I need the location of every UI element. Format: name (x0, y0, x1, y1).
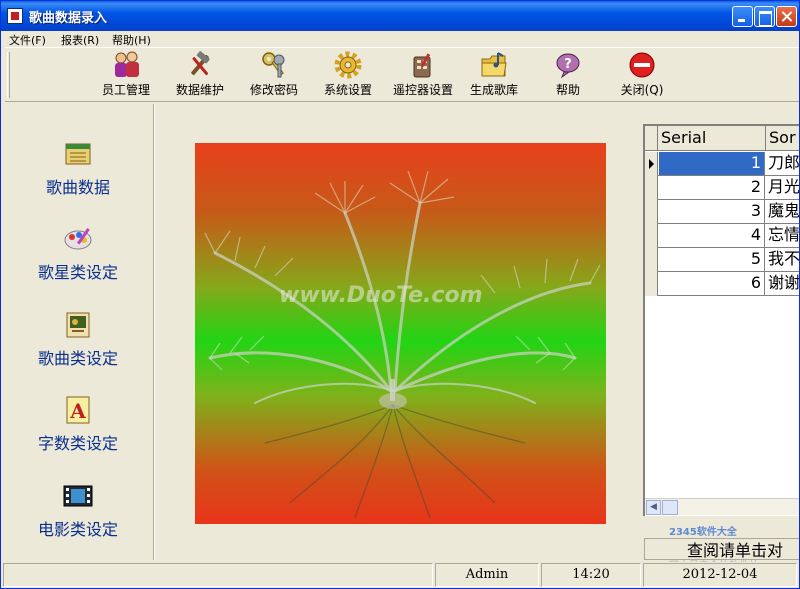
song-grid[interactable]: Serial Sor 1 刀郎 2 月光 3 魔鬼 4 忘情 5 我不 6 谢谢… (643, 124, 799, 516)
row-indicator (645, 224, 658, 248)
status-pane-time: 14:20 (541, 563, 641, 587)
cell-song[interactable]: 月光 (766, 176, 799, 199)
cell-serial[interactable]: 5 (659, 248, 765, 271)
window-title: 歌曲数据录入 (29, 11, 108, 26)
app-window: 歌曲数据录入 文件(F) 报表(R) 帮助(H) 员工管理 数据维护 修改密码 … (0, 0, 800, 589)
app-icon (7, 8, 23, 24)
help-button[interactable]: ? 帮助 (537, 51, 599, 101)
svg-text:A: A (69, 399, 86, 423)
column-header-serial[interactable]: Serial (661, 128, 706, 147)
staff-icon (115, 51, 139, 77)
cell-serial[interactable]: 3 (659, 200, 765, 223)
remote-settings-button[interactable]: 遥控器设置 (385, 51, 461, 101)
close-app-button[interactable]: 关闭(Q) (611, 51, 673, 101)
svg-text:?: ? (564, 57, 572, 72)
remote-icon (413, 53, 431, 78)
cell-serial[interactable]: 2 (659, 176, 765, 199)
minimize-button[interactable] (732, 6, 753, 27)
toolbar: 员工管理 数据维护 修改密码 系统设置 遥控器设置 生成歌库 ? 帮助 关闭(Q… (5, 47, 799, 102)
singer-category-icon (64, 228, 92, 250)
status-pane-date: 2012-12-04 (643, 563, 797, 587)
table-row[interactable]: 5 我不 (645, 248, 799, 272)
menu-report[interactable]: 报表(R) (61, 32, 99, 48)
grid-header: Serial Sor (645, 126, 799, 151)
toolbar-grip[interactable] (7, 52, 10, 98)
help-icon: ? (556, 53, 580, 79)
staff-management-button[interactable]: 员工管理 (95, 51, 157, 101)
sidebar-item-word-count-category[interactable]: A 字数类设定 (3, 394, 153, 468)
horizontal-scrollbar[interactable]: ◀ (645, 498, 799, 515)
movie-category-icon (63, 485, 93, 507)
song-category-icon (66, 312, 90, 338)
cell-serial[interactable]: 6 (659, 272, 765, 295)
title-bar[interactable]: 歌曲数据录入 (1, 1, 799, 31)
header-indicator-cell (645, 126, 658, 151)
generate-library-button[interactable]: 生成歌库 (463, 51, 525, 101)
tools-icon (191, 51, 210, 76)
table-row[interactable]: 1 刀郎 (645, 152, 799, 176)
cell-song[interactable]: 刀郎 (766, 152, 799, 175)
palm-tree-image (204, 170, 601, 519)
column-header-song[interactable]: Sor (769, 128, 796, 147)
brand-watermark: 2345软件大全 (669, 527, 737, 538)
close-window-button[interactable] (776, 6, 797, 27)
watermark-text: www.DuoTe.com (279, 283, 483, 308)
sidebar-item-song-category[interactable]: 歌曲类设定 (3, 309, 153, 383)
sidebar: 歌曲数据 歌星类设定 歌曲类设定 A 字数类设定 电影类设定 (3, 104, 153, 560)
menu-help[interactable]: 帮助(H) (112, 32, 151, 48)
column-divider[interactable] (765, 126, 766, 151)
change-password-button[interactable]: 修改密码 (243, 51, 305, 101)
row-indicator (645, 176, 658, 200)
table-row[interactable]: 4 忘情 (645, 224, 799, 248)
system-settings-button[interactable]: 系统设置 (317, 51, 379, 101)
close-icon (629, 52, 655, 78)
scroll-thumb[interactable] (662, 500, 678, 515)
splitter[interactable] (153, 104, 155, 560)
cell-song[interactable]: 魔鬼 (766, 200, 799, 223)
sidebar-item-movie-category[interactable]: 电影类设定 (3, 480, 153, 554)
status-pane-user: Admin (435, 563, 539, 587)
keys-icon (262, 52, 285, 78)
table-row[interactable]: 3 魔鬼 (645, 200, 799, 224)
row-indicator (645, 152, 658, 176)
sidebar-item-singer-category[interactable]: 歌星类设定 (3, 223, 153, 297)
data-maintenance-button[interactable]: 数据维护 (169, 51, 231, 101)
preview-image (195, 143, 606, 524)
status-pane-message (3, 563, 433, 587)
maximize-button[interactable] (754, 6, 775, 27)
row-indicator (645, 248, 658, 272)
scroll-left-arrow-icon[interactable]: ◀ (646, 500, 661, 515)
cell-song[interactable]: 谢谢 (766, 272, 799, 295)
current-row-arrow-icon (649, 159, 654, 169)
menu-bar: 文件(F) 报表(R) 帮助(H) (1, 31, 799, 47)
cell-serial[interactable]: 4 (659, 224, 765, 247)
row-indicator (645, 272, 658, 296)
cell-song[interactable]: 忘情 (766, 224, 799, 247)
word-count-icon: A (66, 396, 90, 424)
cell-song[interactable]: 我不 (766, 248, 799, 271)
song-data-icon (65, 143, 91, 165)
sidebar-item-song-data[interactable]: 歌曲数据 (3, 138, 153, 212)
table-row[interactable]: 6 谢谢 (645, 272, 799, 296)
table-row[interactable]: 2 月光 (645, 176, 799, 200)
folder-icon (481, 52, 507, 77)
status-bar: Admin 14:20 2012-12-04 (1, 562, 799, 588)
cell-serial[interactable]: 1 (659, 152, 765, 175)
menu-file[interactable]: 文件(F) (9, 32, 46, 48)
gear-icon (334, 51, 362, 79)
row-indicator (645, 200, 658, 224)
